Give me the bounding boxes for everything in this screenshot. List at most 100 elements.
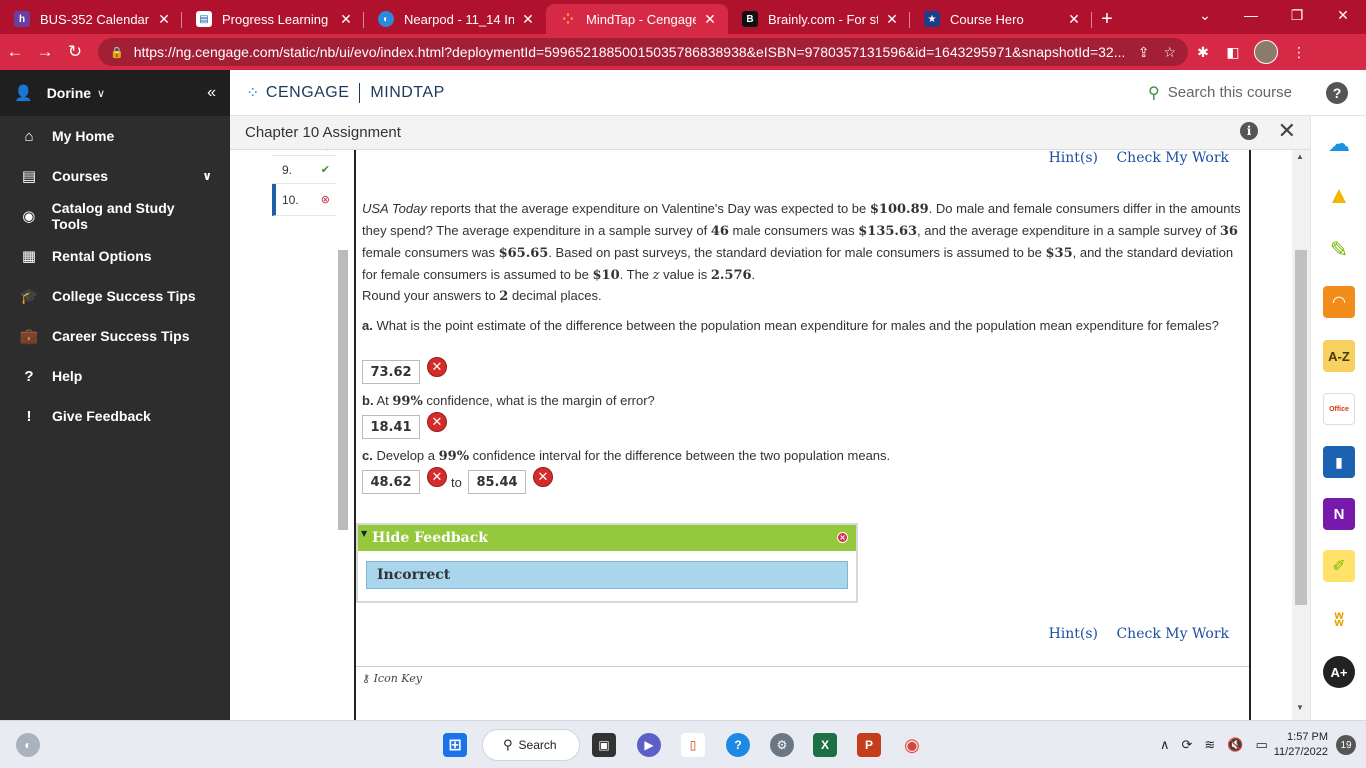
highlighter-pen-icon[interactable]: ✎ [1323,234,1355,266]
browser-tab-brainly[interactable]: B Brainly.com - For stud ✕ [728,4,910,34]
notification-badge[interactable]: 19 [1336,735,1356,755]
tab-search-icon[interactable]: ⌄ [1182,0,1228,30]
rss-feed-icon[interactable]: ◠ [1323,286,1355,318]
close-tab-icon[interactable]: ✕ [884,11,900,28]
office-icon[interactable]: Office [1323,393,1355,425]
sidebar-item-help[interactable]: ? Help [0,356,230,396]
close-assignment-icon[interactable]: ✕ [1278,118,1296,144]
close-tab-icon[interactable]: ✕ [520,11,536,28]
widgets-icon[interactable]: ◐ [16,733,40,757]
scroll-down-icon[interactable]: ▼ [1296,703,1304,712]
compass-icon: ◉ [22,208,36,225]
feedback-message: Incorrect [366,561,848,589]
browser-toolbar: ← → ↻ 🔒 https://ng.cengage.com/static/nb… [0,34,1366,70]
windows-start-icon[interactable]: ⊞ [443,733,467,757]
course-search[interactable]: ⚲ Search this course [1148,83,1292,103]
close-window-button[interactable]: ✕ [1320,0,1366,30]
sidebar-item-college-success[interactable]: 🎓 College Success Tips [0,276,230,316]
search-placeholder[interactable]: Search this course [1168,84,1292,101]
accessibility-a-plus-icon[interactable]: A+ [1323,656,1355,688]
office-taskbar-icon[interactable]: ▯ [681,733,705,757]
sidebar-item-give-feedback[interactable]: ! Give Feedback [0,396,230,436]
speaker-mute-icon[interactable]: 🔇 [1227,737,1243,753]
sync-icon[interactable]: ⟳ [1181,737,1192,753]
get-help-icon[interactable]: ? [726,733,750,757]
book-icon: ▤ [21,168,37,185]
sidebar-item-my-home[interactable]: ⌂ My Home [0,116,230,156]
browser-tab-progress-learning[interactable]: ▤ Progress Learning ✕ [182,4,364,34]
lock-icon[interactable]: 🔒 [110,46,124,59]
icon-key-link[interactable]: ⚷ Icon Key [362,672,422,685]
sidebar-item-career-success[interactable]: 💼 Career Success Tips [0,316,230,356]
teams-chat-icon[interactable]: ▶ [637,733,661,757]
close-tab-icon[interactable]: ✕ [156,11,172,28]
notes-pen-icon[interactable]: ✐ [1323,550,1355,582]
part-b-answer-input[interactable]: 18.41 [362,415,420,439]
sidebar-item-label: Career Success Tips [52,328,190,344]
hint-link[interactable]: Hint(s) [1049,150,1098,166]
address-bar[interactable]: 🔒 https://ng.cengage.com/static/nb/ui/ev… [98,38,1188,66]
tray-overflow-chevron-icon[interactable]: ∧ [1160,737,1170,753]
browser-tab-nearpod[interactable]: ◐ Nearpod - 11_14 Infer ✕ [364,4,546,34]
brainly-favicon-icon: B [742,11,758,27]
user-menu[interactable]: 👤 Dorine ∨ « [0,70,230,116]
url-text[interactable]: https://ng.cengage.com/static/nb/ui/evo/… [134,44,1124,60]
part-c-lower-input[interactable]: 48.62 [362,470,420,494]
onenote-icon[interactable]: N [1323,498,1355,530]
system-clock[interactable]: 1:57 PM 11/27/2022 [1274,730,1328,760]
back-button[interactable]: ← [0,37,30,67]
a-z-glossary-icon[interactable]: A-Z [1323,340,1355,372]
reload-button[interactable]: ↻ [60,37,90,67]
page-title: Chapter 10 Assignment [245,124,401,141]
hint-link[interactable]: Hint(s) [1049,626,1098,642]
browser-menu-icon[interactable]: ⋮ [1284,37,1314,67]
check-my-work-link[interactable]: Check My Work [1116,626,1229,642]
excel-icon[interactable]: X [813,733,837,757]
bookmark-star-icon[interactable]: ☆ [1163,44,1176,61]
share-icon[interactable]: ⇪ [1138,44,1150,61]
question-nav-item-10[interactable]: 10. ⊗ [272,184,336,216]
incorrect-x-icon: ⊗ [320,194,330,206]
notebook-icon[interactable]: ▮ [1323,446,1355,478]
forward-button[interactable]: → [30,37,60,67]
settings-gear-icon[interactable]: ⚙ [770,733,794,757]
browser-tab-mindtap[interactable]: ⁘ MindTap - Cengage Le ✕ [546,4,728,34]
onedrive-cloud-icon[interactable]: ☁ [1323,128,1355,160]
part-a-answer-input[interactable]: 73.62 [362,360,420,384]
close-feedback-icon[interactable]: ✕ [837,532,848,543]
side-panel-icon[interactable]: ◧ [1218,37,1248,67]
scroll-up-icon[interactable]: ▲ [1296,152,1304,161]
sidebar-item-courses[interactable]: ▤ Courses ∨ [0,156,230,196]
sidebar-item-rental-options[interactable]: ▦ Rental Options [0,236,230,276]
wifi-icon[interactable]: ≋ [1204,737,1215,753]
powerpoint-icon[interactable]: P [857,733,881,757]
close-tab-icon[interactable]: ✕ [338,11,354,28]
taskbar-search[interactable]: ⚲ Search [482,729,580,761]
google-drive-icon[interactable]: ▲ [1323,180,1355,212]
info-icon[interactable]: i [1240,122,1258,140]
restore-button[interactable]: ❐ [1274,0,1320,30]
task-view-icon[interactable]: ▣ [592,733,616,757]
battery-icon[interactable]: ▭ [1255,737,1267,753]
chrome-icon[interactable]: ◉ [900,733,924,757]
question-nav-item-9[interactable]: 9. ✔ [272,156,336,184]
hide-feedback-toggle[interactable]: ▼ Hide Feedback ✕ [358,525,856,551]
collapse-sidebar-icon[interactable]: « [207,84,216,102]
extensions-puzzle-icon[interactable]: ✱ [1188,37,1218,67]
content-scrollbar[interactable]: ▲ ▼ [1292,150,1310,720]
read-aloud-icon[interactable]: ʬ [1323,604,1355,636]
browser-tab-course-hero[interactable]: ★ Course Hero ✕ [910,4,1092,34]
part-c-upper-input[interactable]: 85.44 [468,470,526,494]
minimize-button[interactable]: — [1228,0,1274,30]
close-tab-icon[interactable]: ✕ [1066,11,1082,28]
cengage-mindtap-logo[interactable]: ⁘ CENGAGE MINDTAP [246,82,445,103]
close-tab-icon[interactable]: ✕ [702,11,718,28]
profile-avatar[interactable] [1254,40,1278,64]
new-tab-button[interactable]: + [1092,4,1122,34]
check-my-work-link[interactable]: Check My Work [1116,150,1229,166]
question-nav-scrollbar[interactable] [338,250,348,530]
sidebar-item-catalog[interactable]: ◉ Catalog and Study Tools [0,196,230,236]
browser-tab-bus352[interactable]: h BUS-352 Calendar ✕ [0,4,182,34]
help-question-icon[interactable]: ? [1326,82,1348,104]
progress-learning-favicon-icon: ▤ [196,11,212,27]
